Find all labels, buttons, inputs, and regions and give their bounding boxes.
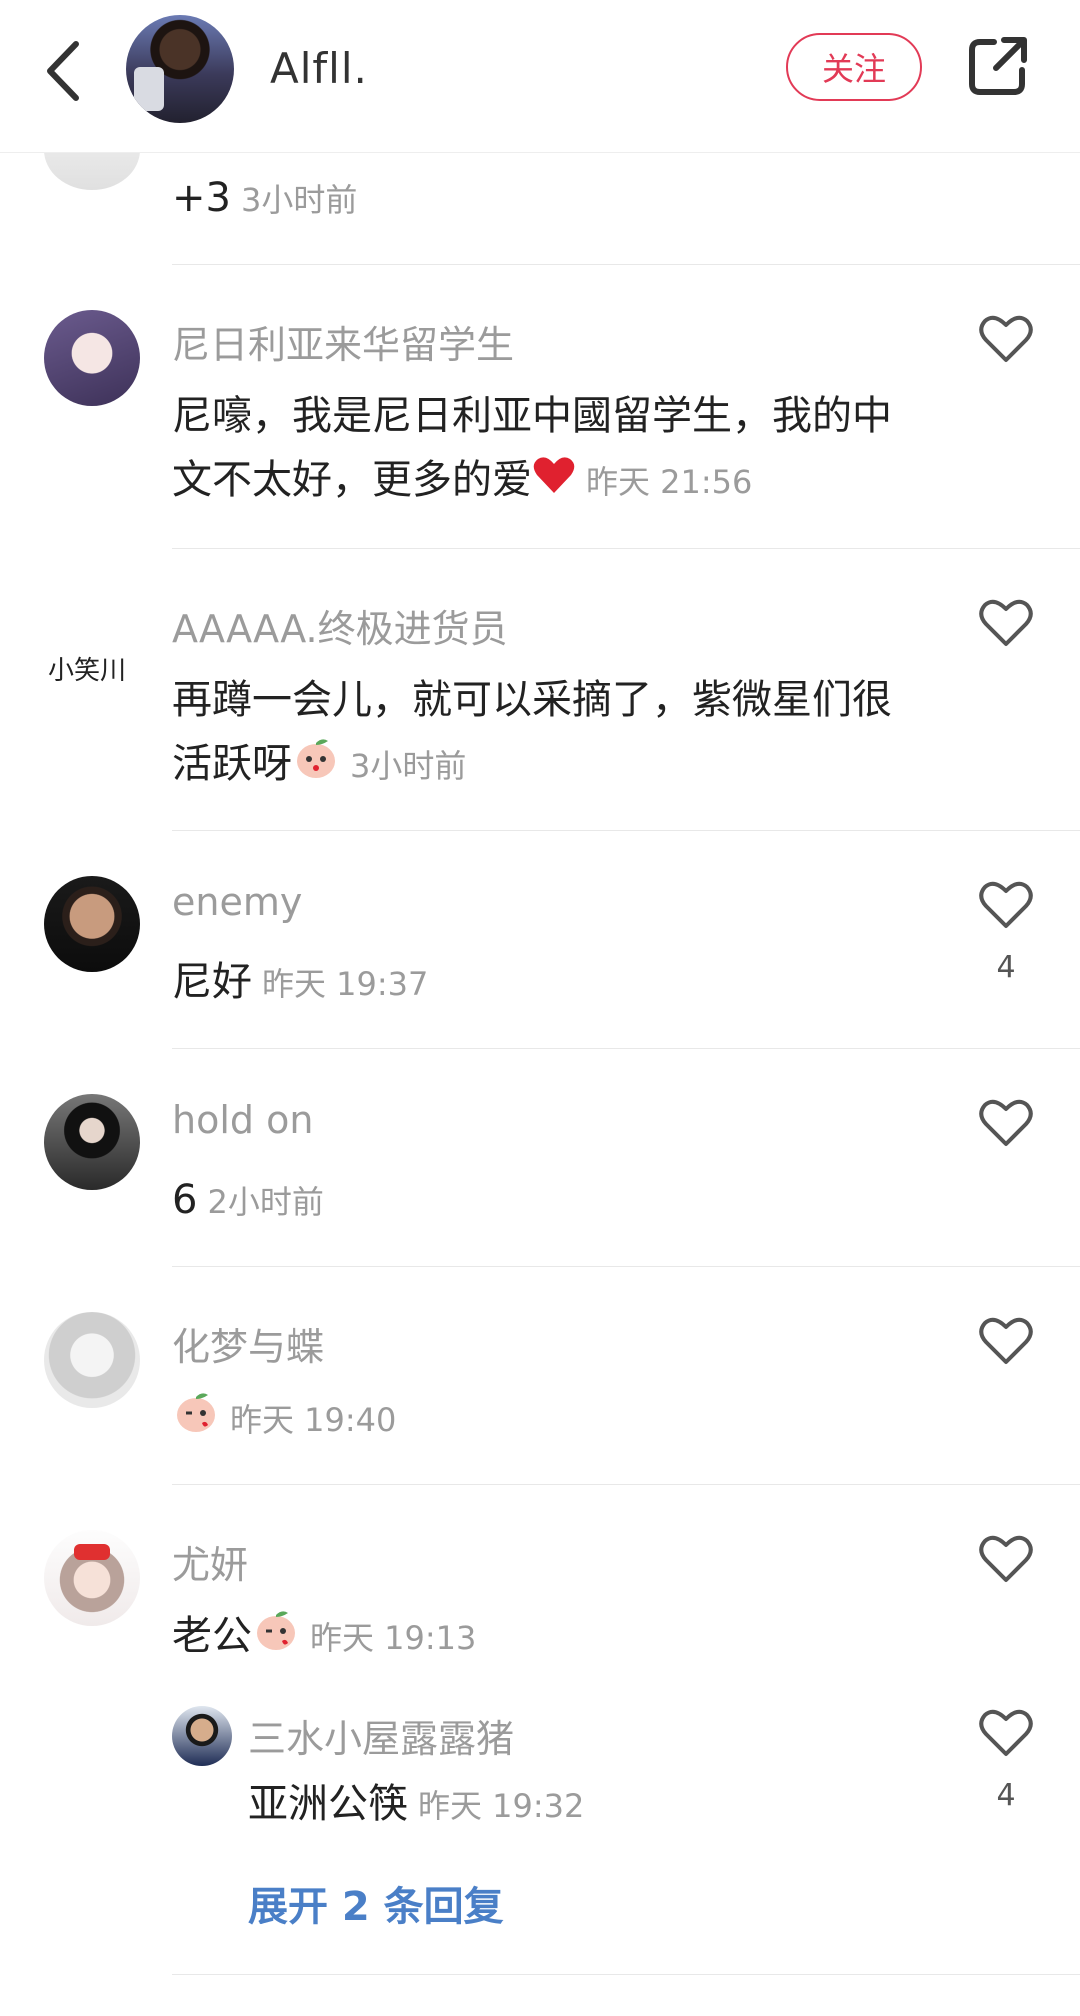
commenter-avatar[interactable] (44, 876, 140, 972)
comment-text-row: 尼嚎，我是尼日利亚中國留学生，我的中文不太好，更多的爱 昨天 21:56 (172, 384, 892, 514)
commenter-avatar[interactable] (44, 1312, 140, 1408)
heart-outline-icon[interactable] (978, 1532, 1034, 1584)
like-count: 4 (996, 950, 1016, 985)
divider (172, 1266, 1080, 1267)
commenter-name[interactable]: hold on (172, 1098, 313, 1142)
commenter-name[interactable]: enemy (172, 880, 302, 924)
chevron-left-icon (47, 41, 79, 101)
peach-kiss-emoji-icon (252, 1605, 300, 1672)
divider (172, 830, 1080, 831)
heart-outline-icon[interactable] (978, 596, 1034, 648)
comment-time: 3小时前 (240, 181, 358, 219)
divider (172, 1484, 1080, 1485)
comment-text-row: 昨天 19:40 (172, 1386, 892, 1454)
comment-text-row: 再蹲一会儿，就可以采摘了，紫微星们很活跃呀 3小时前 (172, 668, 892, 800)
comment-text: 6 (172, 1177, 198, 1223)
commenter-avatar[interactable] (44, 310, 140, 406)
comment-time: 昨天 19:40 (230, 1401, 397, 1439)
heart-outline-icon[interactable] (978, 1314, 1034, 1366)
commenter-name[interactable]: 化梦与蝶 (172, 1316, 324, 1371)
heart-emoji-icon (532, 450, 576, 514)
comment-time: 昨天 21:56 (586, 463, 753, 501)
comment-text: +3 (172, 175, 231, 221)
comment-text-row: 老公 昨天 19:13 (172, 1604, 892, 1672)
share-icon (969, 37, 1027, 95)
comment-text: 尼好 (172, 959, 252, 1005)
follow-button[interactable]: 关注 (786, 33, 922, 101)
comment-time: 3小时前 (350, 747, 467, 785)
heart-outline-icon[interactable] (978, 1096, 1034, 1148)
reply-name[interactable]: 三水小屋露露猪 (248, 1708, 514, 1763)
commenter-name[interactable]: 尼日利亚来华留学生 (172, 314, 514, 369)
top-bar: Alfll. 关注 (0, 0, 1080, 153)
comment-time: 昨天 19:37 (262, 965, 429, 1003)
comment-text: 老公 (172, 1613, 252, 1659)
author-name[interactable]: Alfll. (270, 44, 368, 93)
comment-text: 再蹲一会儿，就可以采摘了，紫微星们很活跃呀 (172, 677, 892, 787)
commenter-avatar[interactable] (44, 1530, 140, 1626)
expand-replies-link[interactable]: 展开 2 条回复 (248, 1874, 504, 1932)
comment-time: 昨天 19:13 (310, 1619, 477, 1657)
divider (172, 1048, 1080, 1049)
divider (172, 548, 1080, 549)
reply-text-row: 亚洲公筷 昨天 19:32 (248, 1772, 968, 1838)
author-avatar[interactable] (126, 15, 234, 123)
back-button[interactable] (36, 36, 96, 106)
reply-time: 昨天 19:32 (418, 1787, 585, 1825)
commenter-name[interactable]: 尤妍 (172, 1534, 248, 1589)
commenter-avatar[interactable]: 小笑川 (44, 620, 140, 716)
share-button[interactable] (966, 34, 1030, 98)
peach-kiss-emoji-icon (172, 1387, 220, 1454)
avatar-text: 小笑川 (48, 656, 127, 686)
comment-text-row: +3 3小时前 (172, 166, 892, 232)
reply-text: 亚洲公筷 (248, 1781, 408, 1827)
commenter-name[interactable]: AAAAA.终极进货员 (172, 598, 508, 653)
heart-outline-icon[interactable] (978, 1706, 1034, 1758)
reply-avatar[interactable] (172, 1706, 232, 1766)
comment-time: 2小时前 (207, 1183, 324, 1221)
heart-outline-icon[interactable] (978, 312, 1034, 364)
peach-emoji-icon (292, 733, 340, 800)
commenter-avatar[interactable] (44, 1094, 140, 1190)
like-count: 4 (996, 1778, 1016, 1813)
divider (172, 1974, 1080, 1975)
divider (172, 264, 1080, 265)
comment-text-row: 尼好 昨天 19:37 (172, 950, 892, 1016)
comment-text-row: 6 2小时前 (172, 1168, 892, 1234)
heart-outline-icon[interactable] (978, 878, 1034, 930)
